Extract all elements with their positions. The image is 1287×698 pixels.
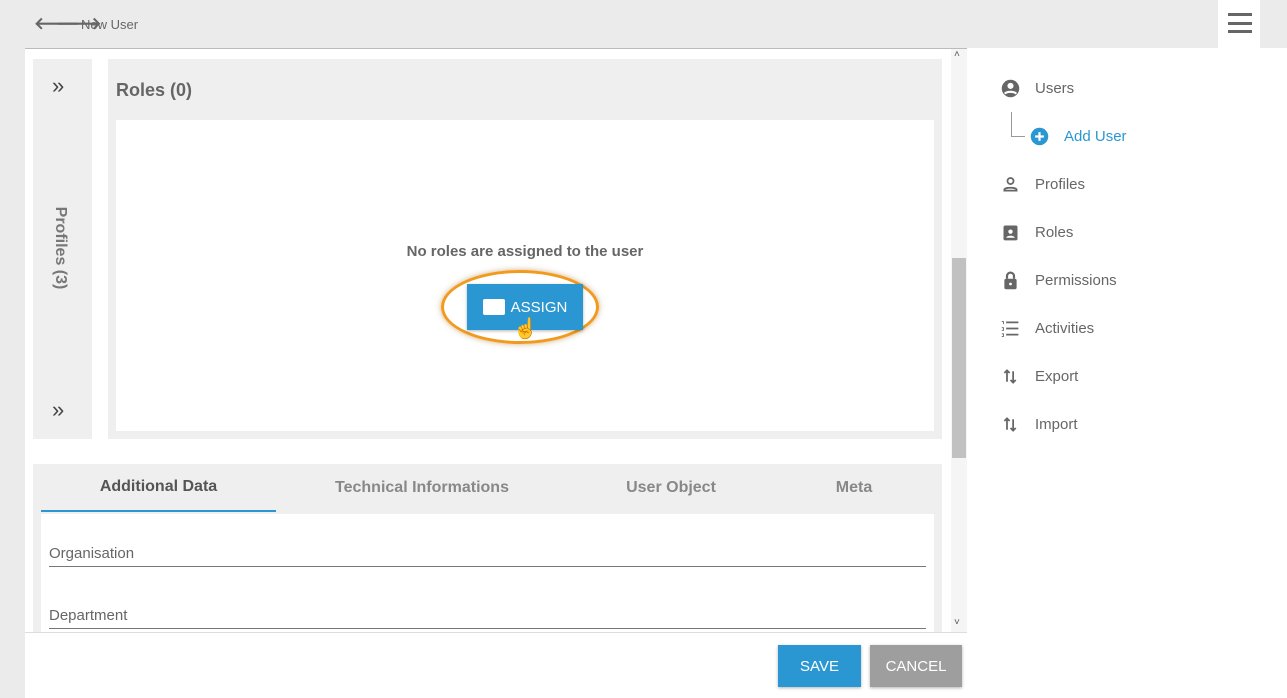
sidebar-item-label: Import	[1035, 416, 1078, 433]
expand-icon[interactable]: »	[52, 397, 64, 423]
roles-title: Roles (0)	[116, 80, 193, 100]
expand-icon[interactable]: »	[52, 73, 64, 99]
roles-list: No roles are assigned to the user ASSIGN…	[116, 120, 934, 431]
sidebar-item-label: Users	[1035, 80, 1075, 97]
sidebar-item-permissions[interactable]: Permissions	[1000, 270, 1117, 291]
profiles-panel[interactable]: » Profiles (3) »	[33, 59, 92, 439]
roles-panel: Roles (0) No roles are assigned to the u…	[108, 59, 942, 439]
sidebar-item-label: Add User	[1064, 128, 1127, 145]
sidebar-item-export[interactable]: Export	[1000, 366, 1078, 387]
organisation-label: Organisation	[49, 545, 135, 562]
scrollbar-thumb[interactable]	[952, 258, 966, 458]
profiles-label: Profiles (3)	[52, 206, 69, 290]
sidebar-item-activities[interactable]: Activities	[1000, 318, 1094, 339]
department-label: Department	[49, 607, 128, 624]
assign-label: ASSIGN	[510, 298, 568, 316]
tab-meta[interactable]: Meta	[774, 464, 934, 512]
sidebar-item-label: Activities	[1035, 320, 1095, 337]
page-title: New User	[81, 17, 139, 32]
tab-user-object[interactable]: User Object	[568, 464, 774, 512]
sidebar-item-users[interactable]: Users	[1000, 78, 1074, 99]
top-bar: 🡐 🡒 New User	[0, 0, 1287, 48]
sidebar-item-roles[interactable]: Roles	[1000, 222, 1073, 243]
scroll-down-icon[interactable]: ˅	[954, 617, 960, 628]
hand-cursor-icon: ☝	[513, 318, 538, 340]
menu-button[interactable]	[1218, 0, 1260, 48]
empty-message: No roles are assigned to the user	[406, 243, 644, 260]
add-circle-icon	[1030, 127, 1049, 146]
hamburger-icon	[1228, 13, 1252, 33]
person-icon	[1003, 177, 1018, 192]
sidebar-item-label: Profiles	[1035, 176, 1086, 193]
cancel-button[interactable]: CANCEL	[870, 645, 962, 687]
organisation-field[interactable]: Organisation	[49, 545, 926, 567]
department-field[interactable]: Department	[49, 607, 926, 629]
account-circle-icon	[1001, 79, 1020, 98]
tab-technical-informations[interactable]: Technical Informations	[276, 464, 568, 512]
swap-vert-icon	[1003, 417, 1017, 432]
sidebar-item-label: Roles	[1035, 224, 1074, 241]
sidebar-item-label: Export	[1035, 368, 1079, 385]
tree-connector	[1011, 112, 1025, 137]
sidebar-item-import[interactable]: Import	[1000, 414, 1078, 435]
scroll-up-icon[interactable]: ˄	[954, 49, 960, 60]
scrollbar[interactable]: ˄ ˅	[951, 49, 967, 632]
sidebar-item-add-user[interactable]: Add User	[1029, 126, 1127, 147]
sidebar-item-profiles[interactable]: Profiles	[1000, 174, 1085, 195]
lock-icon	[1004, 271, 1017, 290]
list-numbered-icon	[1001, 321, 1019, 337]
sidebar-item-label: Permissions	[1035, 272, 1117, 289]
tab-additional-data[interactable]: Additional Data	[41, 464, 276, 512]
save-button[interactable]: SAVE	[778, 645, 861, 687]
badge-icon	[1003, 225, 1018, 241]
folder-icon	[482, 299, 505, 315]
swap-vert-icon	[1003, 369, 1017, 384]
